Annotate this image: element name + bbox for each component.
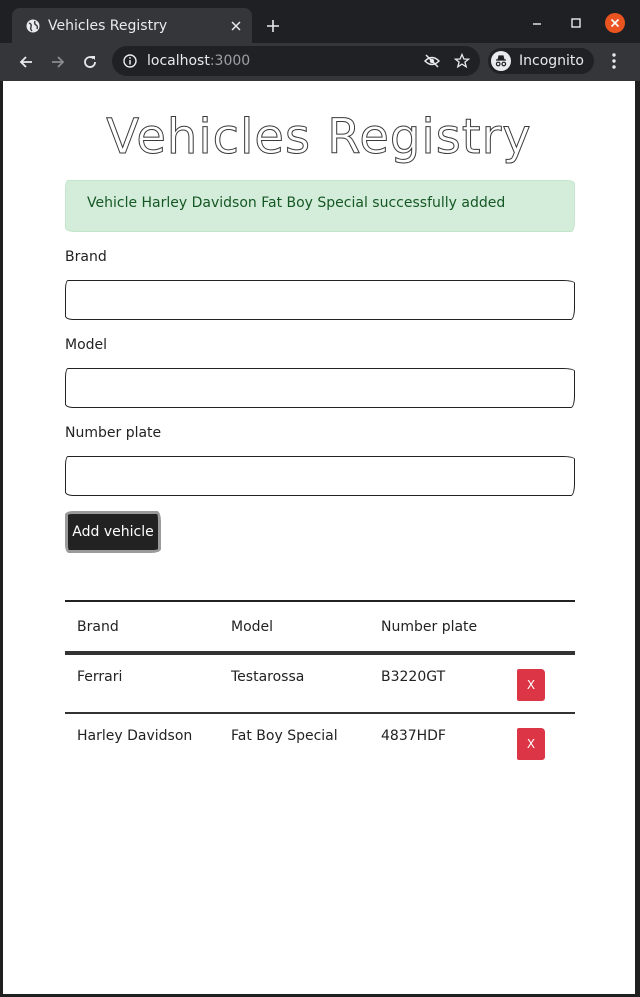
- cell-actions: X: [505, 653, 575, 714]
- cell-number-plate: 4837HDF: [381, 728, 446, 744]
- minimize-icon[interactable]: [528, 14, 546, 32]
- cell-brand: Harley Davidson: [77, 728, 193, 744]
- delete-vehicle-button[interactable]: X: [517, 728, 545, 760]
- cell-model: Fat Boy Special: [231, 728, 338, 744]
- cell-model: Testarossa: [219, 653, 369, 714]
- delete-vehicle-button[interactable]: X: [517, 669, 545, 701]
- browser-tab[interactable]: Vehicles Registry: [12, 8, 252, 43]
- browser-tab-strip: Vehicles Registry: [0, 0, 640, 43]
- globe-icon: [26, 19, 40, 32]
- model-label: Model: [65, 337, 108, 353]
- reload-icon[interactable]: [82, 54, 98, 70]
- info-icon[interactable]: [123, 54, 137, 68]
- table-row: Ferrari Testarossa B3220GT X: [65, 653, 575, 714]
- forward-arrow-icon[interactable]: [50, 54, 66, 70]
- table-row: Harley Davidson Fat Boy Special 4837HDF …: [65, 713, 575, 773]
- star-icon[interactable]: [454, 53, 470, 69]
- table-header-row: Brand Model Number plate: [65, 600, 575, 655]
- column-header-brand: Brand: [65, 600, 219, 655]
- brand-input[interactable]: [65, 280, 575, 320]
- address-bar[interactable]: localhost:3000: [112, 46, 480, 76]
- new-tab-icon[interactable]: [266, 19, 280, 33]
- back-arrow-icon[interactable]: [18, 54, 34, 70]
- add-vehicle-button[interactable]: Add vehicle: [65, 511, 161, 553]
- incognito-icon: [491, 51, 511, 71]
- kebab-menu-icon[interactable]: [607, 52, 621, 70]
- window-frame-left: [0, 81, 3, 997]
- number-plate-input[interactable]: [65, 456, 575, 496]
- url-text: localhost:3000: [147, 53, 251, 69]
- window-frame-right: [635, 81, 640, 997]
- page-title: Vehicles Registry: [106, 109, 532, 166]
- column-header-number-plate: Number plate: [369, 600, 505, 655]
- incognito-badge[interactable]: Incognito: [488, 48, 594, 74]
- cell-brand: Ferrari: [65, 653, 219, 714]
- brand-label: Brand: [65, 249, 107, 265]
- column-header-actions: [505, 600, 575, 655]
- window-close-icon[interactable]: [605, 13, 625, 33]
- page-content: Vehicles Registry Vehicle Harley Davidso…: [3, 81, 635, 994]
- tab-title: Vehicles Registry: [48, 17, 168, 34]
- cell-number-plate: B3220GT: [369, 653, 505, 714]
- maximize-icon[interactable]: [567, 14, 585, 32]
- close-tab-icon[interactable]: [230, 20, 242, 32]
- column-header-model: Model: [219, 600, 369, 655]
- eye-off-icon[interactable]: [424, 53, 440, 69]
- number-plate-label: Number plate: [65, 425, 162, 441]
- success-alert: Vehicle Harley Davidson Fat Boy Special …: [65, 180, 575, 232]
- incognito-label: Incognito: [519, 53, 584, 69]
- cell-actions: X: [505, 713, 575, 773]
- vehicles-table: Brand Model Number plate Ferrari Testaro…: [65, 600, 575, 773]
- model-input[interactable]: [65, 368, 575, 408]
